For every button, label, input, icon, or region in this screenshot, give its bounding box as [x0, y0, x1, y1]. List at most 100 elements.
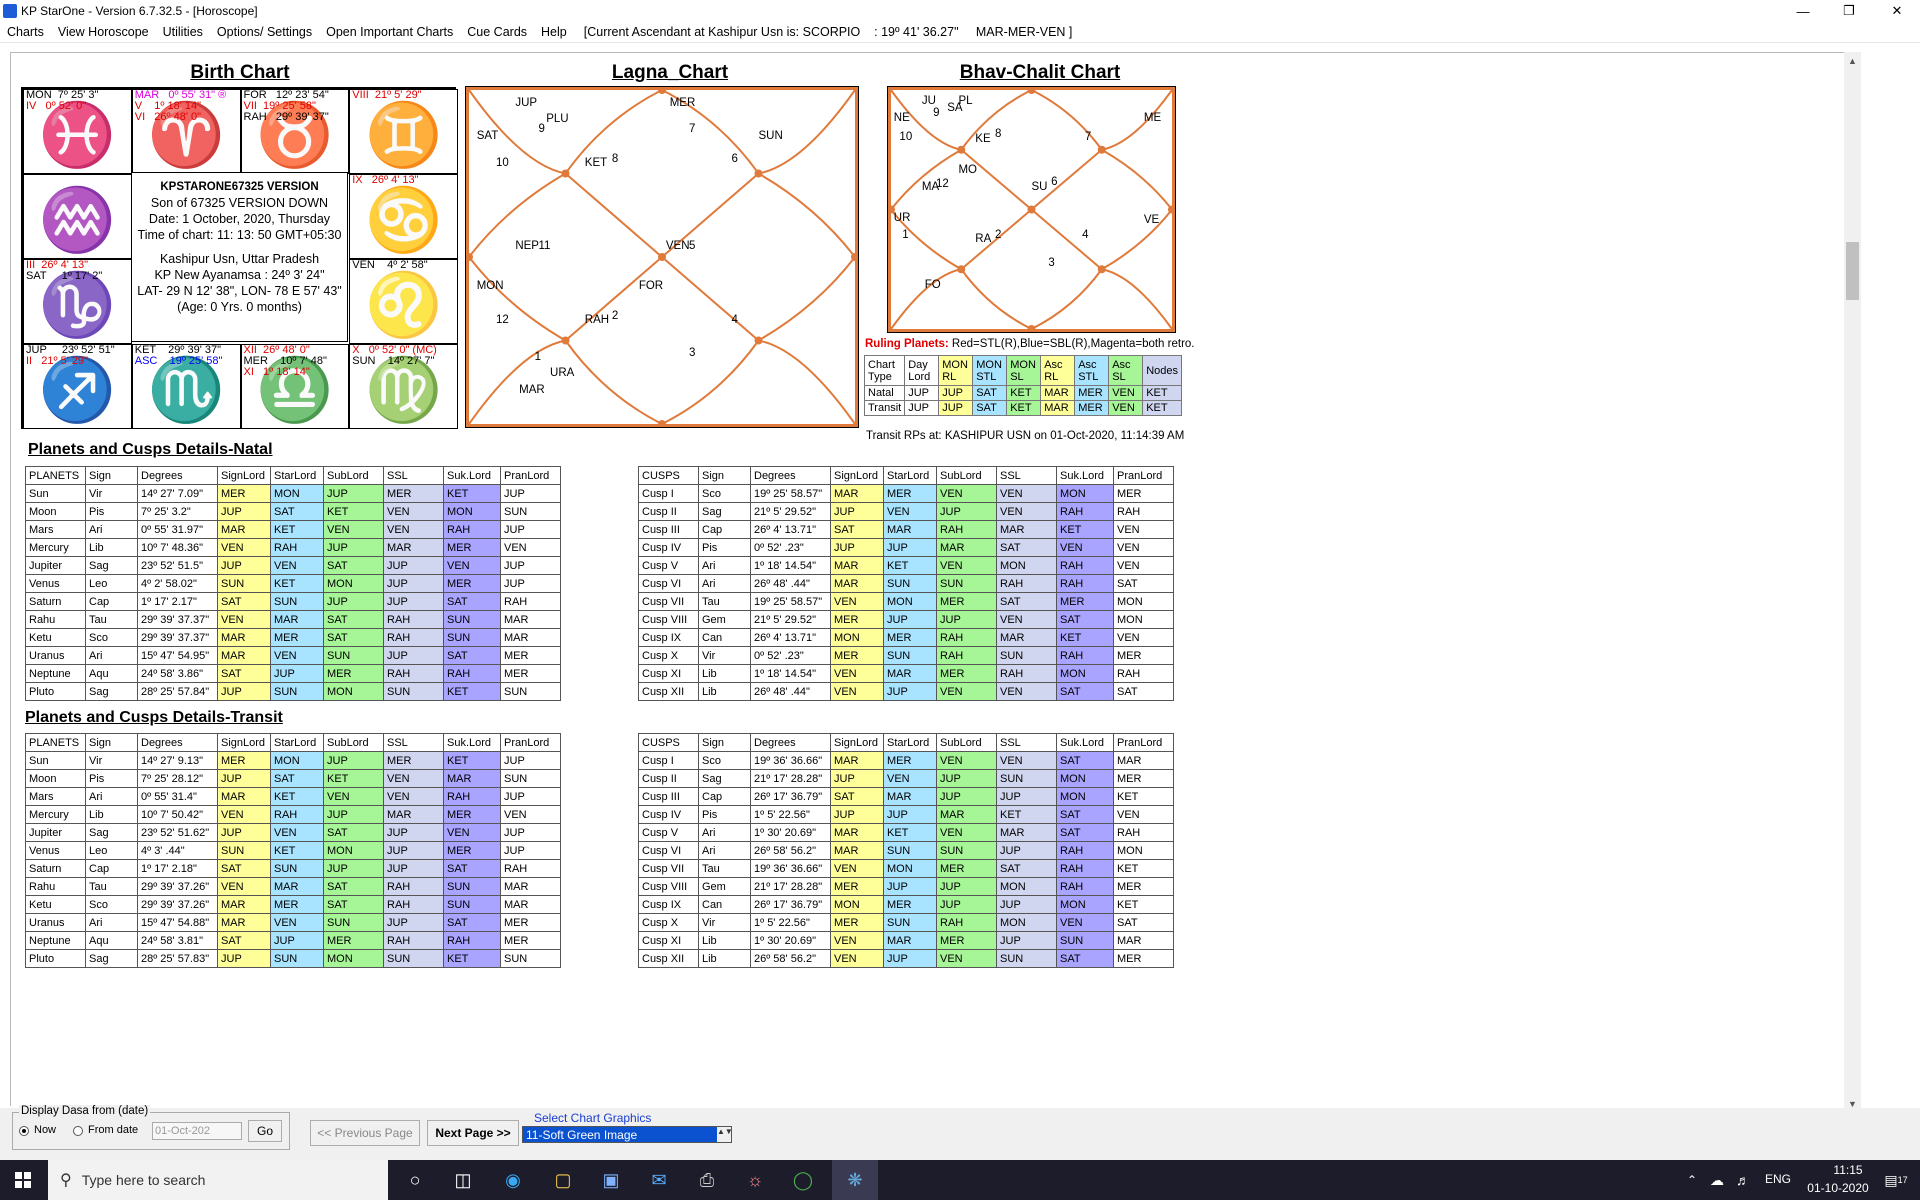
table-cell: MER — [830, 610, 884, 629]
clock-time[interactable]: 11:15 — [1818, 1163, 1878, 1177]
chart-label: RAH — [584, 313, 610, 326]
network-icon[interactable]: ☁ — [1704, 1160, 1730, 1200]
dasa-date-picker[interactable]: 01-Oct-202 — [152, 1122, 242, 1140]
file-explorer-icon[interactable]: ▢ — [540, 1160, 586, 1200]
kpstarone-taskbar-icon[interactable]: ❋ — [832, 1160, 878, 1200]
menu-cue-cards[interactable]: Cue Cards — [460, 25, 534, 39]
transit-cusps-table: CUSPS Sign Degrees SignLord StarLord SubLord S… — [638, 733, 1174, 968]
notification-count: 17 — [1897, 1175, 1908, 1185]
chart-node — [1027, 205, 1036, 214]
table-header-cell: CUSPS — [638, 466, 699, 485]
menu-open-important-charts[interactable]: Open Important Charts — [319, 25, 460, 39]
show-hidden-icons-icon[interactable]: ⌃ — [1680, 1160, 1704, 1200]
task-view-icon[interactable]: ◫ — [440, 1160, 486, 1200]
from-date-radio[interactable] — [73, 1126, 83, 1136]
planet-position: VIII 21º 5' 29" — [352, 89, 422, 101]
table-cell: SAT — [1113, 574, 1174, 593]
table-cell: RAH — [1056, 574, 1114, 593]
ruling-cell: JUP — [938, 385, 974, 401]
scroll-thumb[interactable] — [1846, 242, 1859, 300]
chart-label: 12 — [496, 313, 509, 326]
table-cell: RAH — [443, 664, 501, 683]
table-cell: 19º 25' 58.57" — [750, 484, 831, 503]
volume-icon[interactable]: ♬ — [1730, 1160, 1756, 1200]
table-cell: RAH — [383, 877, 444, 896]
table-cell: RAH — [1056, 646, 1114, 665]
app-printer-icon[interactable]: ⎙ — [684, 1160, 730, 1200]
chart-label: ME — [1143, 111, 1162, 124]
table-cell: Vir — [85, 751, 138, 770]
table-cell: RAH — [383, 664, 444, 683]
menu-utilities[interactable]: Utilities — [156, 25, 210, 39]
now-radio[interactable] — [19, 1126, 29, 1136]
zodiac-sign-icon: ♏ — [147, 356, 225, 426]
table-cell: MAR — [383, 805, 444, 824]
table-row: Cusp IV Pis 0º 52' .23" JUP JUP MAR SAT VEN VEN — [638, 538, 1174, 557]
table-cell: MON — [323, 841, 384, 860]
table-cell: Sag — [698, 502, 751, 521]
table-cell: 24º 58' 3.86" — [137, 664, 218, 683]
table-cell: SUN — [500, 949, 561, 968]
previous-page-button[interactable]: << Previous Page — [310, 1120, 420, 1146]
chart-label: 8 — [611, 153, 619, 166]
next-page-button[interactable]: Next Page >> — [427, 1120, 519, 1146]
table-cell: SAT — [323, 628, 384, 647]
menu-charts[interactable]: Charts — [0, 25, 51, 39]
menu-options-settings[interactable]: Options/ Settings — [210, 25, 319, 39]
table-cell: VEN — [500, 538, 561, 557]
table-cell: KET — [270, 841, 324, 860]
restore-icon[interactable]: ❐ — [1826, 0, 1872, 22]
table-cell: Sag — [85, 556, 138, 575]
start-windows-icon[interactable] — [0, 1160, 46, 1200]
table-header-cell: SubLord — [936, 466, 997, 485]
table-cell: VEN — [270, 556, 324, 575]
chart-label: 5 — [689, 240, 696, 253]
menu-help[interactable]: Help — [534, 25, 574, 39]
ruling-planets-table: Chart Type Day Lord MON RL MON STL MON SL Asc… — [863, 355, 1183, 416]
table-cell: JUP — [323, 805, 384, 824]
language-indicator[interactable]: ENG — [1765, 1172, 1791, 1186]
clock-date[interactable]: 01-10-2020 — [1800, 1181, 1876, 1195]
table-cell: MER — [443, 841, 501, 860]
chrome-icon[interactable]: ◯ — [780, 1160, 826, 1200]
go-button[interactable]: Go — [248, 1120, 282, 1142]
table-cell: 29º 39' 37.26" — [137, 877, 218, 896]
table-cell: MAR — [996, 628, 1057, 647]
table-cell: Cap — [85, 592, 138, 611]
table-cell: VEN — [830, 664, 884, 683]
table-cell: Ari — [698, 823, 751, 842]
table-cell: MAR — [830, 823, 884, 842]
table-cell: KET — [443, 484, 501, 503]
table-header-cell: SSL — [996, 466, 1057, 485]
chart-label: MON — [476, 280, 504, 293]
chart-graphics-select[interactable]: 11-Soft Green Image — [522, 1126, 732, 1143]
chart-node — [561, 169, 570, 178]
minimize-icon[interactable]: — — [1780, 0, 1826, 22]
lagna-chart: JUP PLU 9 MER 7 SAT 10 KET 8 6 SUN NEP 11 VEN 5 MON FOR 1… — [465, 86, 859, 428]
store-icon[interactable]: ▣ — [588, 1160, 634, 1200]
close-icon[interactable]: ✕ — [1874, 0, 1920, 22]
cortana-icon[interactable]: ○ — [392, 1160, 438, 1200]
chart-label: RA — [975, 233, 992, 246]
select-spin-icon[interactable]: ▲▼ — [717, 1127, 733, 1142]
table-cell: JUP — [217, 769, 271, 788]
edge-icon[interactable]: ◉ — [490, 1160, 536, 1200]
scroll-up-icon[interactable]: ▲ — [1844, 52, 1861, 69]
table-cell: VEN — [830, 931, 884, 950]
ruling-legend-text: Red=STL(R),Blue=SBL(R),Magenta=both retr… — [951, 338, 1195, 350]
app-planet-icon[interactable]: ☼ — [732, 1160, 778, 1200]
table-cell: RAH — [443, 520, 501, 539]
planet-position: XI 1º 18' 14" — [243, 366, 310, 378]
notifications-icon[interactable]: ▤ 17 — [1876, 1160, 1916, 1200]
taskbar-search-box[interactable]: ⚲ Type here to search — [48, 1160, 388, 1200]
table-cell: MER — [1113, 646, 1174, 665]
vertical-scrollbar[interactable]: ▲ ▼ — [1844, 52, 1861, 1112]
menu-view-horoscope[interactable]: View Horoscope — [51, 25, 156, 39]
mail-icon[interactable]: ✉ — [636, 1160, 682, 1200]
table-cell: VEN — [996, 751, 1057, 770]
table-cell: VEN — [1056, 913, 1114, 932]
zodiac-sign-icon: ♓ — [38, 101, 116, 171]
chart-label: 6 — [1051, 176, 1058, 189]
chart-label: 10 — [496, 156, 509, 169]
ruling-cell: KET — [1142, 400, 1183, 416]
